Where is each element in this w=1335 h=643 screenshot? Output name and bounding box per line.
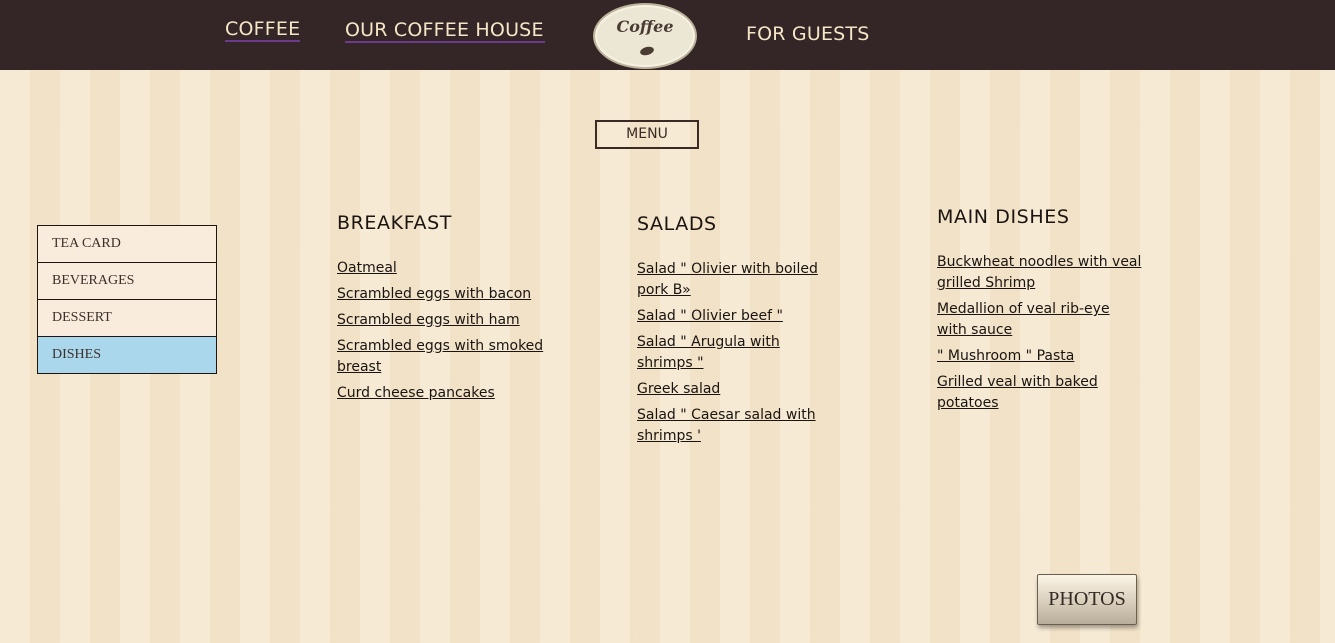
dish-link[interactable]: Medallion of veal rib-eye with sauce	[937, 299, 1142, 341]
dish-link[interactable]: Salad " Olivier with boiled pork B»	[637, 259, 832, 301]
coffee-bean-icon	[639, 45, 655, 57]
salads-section: SALADS Salad " Olivier with boiled pork …	[637, 213, 832, 452]
menu-button[interactable]: MENU	[595, 120, 699, 149]
breakfast-list: Oatmeal Scrambled eggs with bacon Scramb…	[337, 258, 547, 404]
main-dishes-list: Buckwheat noodles with veal grilled Shri…	[937, 252, 1142, 414]
coffee-logo[interactable]: Coffee	[593, 3, 697, 69]
nav-link-coffee-house[interactable]: OUR COFFEE HOUSE	[345, 19, 545, 43]
dish-link[interactable]: Buckwheat noodles with veal grilled Shri…	[937, 252, 1142, 294]
dish-link[interactable]: Oatmeal	[337, 258, 547, 279]
nav-link-coffee[interactable]: COFFEE	[225, 18, 301, 42]
sidebar-item-dishes[interactable]: DISHES	[37, 336, 217, 374]
breakfast-section: BREAKFAST Oatmeal Scrambled eggs with ba…	[337, 212, 547, 409]
dish-link[interactable]: Salad " Olivier beef "	[637, 306, 832, 327]
dish-link[interactable]: Salad " Caesar salad with shrimps '	[637, 405, 832, 447]
main-dishes-section: MAIN DISHES Buckwheat noodles with veal …	[937, 206, 1142, 419]
dish-link[interactable]: Salad " Arugula with shrimps "	[637, 332, 832, 374]
section-title-main-dishes: MAIN DISHES	[937, 206, 1070, 228]
dish-link[interactable]: Greek salad	[637, 379, 832, 400]
dish-link[interactable]: Scrambled eggs with ham	[337, 310, 547, 331]
photos-button[interactable]: PHOTOS	[1037, 574, 1137, 625]
dish-link[interactable]: Scrambled eggs with smoked breast	[337, 336, 547, 378]
sidebar-item-beverages[interactable]: BEVERAGES	[37, 262, 217, 300]
salads-list: Salad " Olivier with boiled pork B» Sala…	[637, 259, 832, 447]
menu-category-sidebar: TEA CARD BEVERAGES DESSERT DISHES	[37, 225, 217, 374]
dish-link[interactable]: Grilled veal with baked potatoes	[937, 372, 1142, 414]
dish-link[interactable]: Scrambled eggs with bacon	[337, 284, 547, 305]
dish-link[interactable]: " Mushroom " Pasta	[937, 346, 1142, 367]
section-title-salads: SALADS	[637, 213, 717, 235]
sidebar-item-tea-card[interactable]: TEA CARD	[37, 225, 217, 263]
sidebar-item-dessert[interactable]: DESSERT	[37, 299, 217, 337]
nav-link-for-guests[interactable]: FOR GUESTS	[746, 23, 870, 45]
top-navigation-bar: COFFEE OUR COFFEE HOUSE Coffee FOR GUEST…	[0, 0, 1335, 70]
logo-text: Coffee	[616, 17, 674, 36]
dish-link[interactable]: Curd cheese pancakes	[337, 383, 547, 404]
section-title-breakfast: BREAKFAST	[337, 212, 452, 234]
